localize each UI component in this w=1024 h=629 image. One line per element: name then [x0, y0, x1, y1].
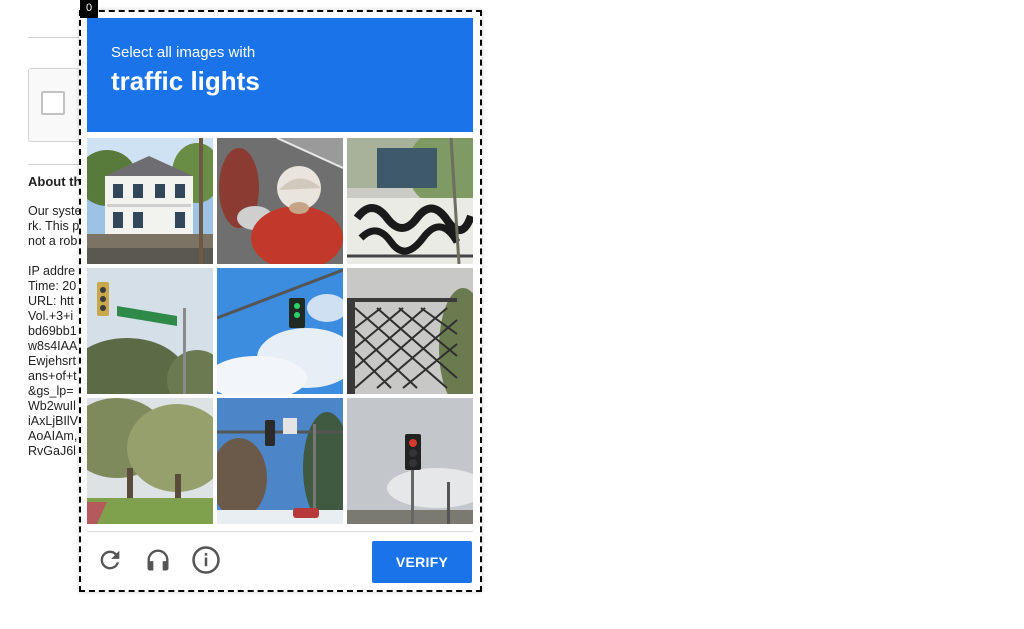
instruction-text: Select all images with [111, 44, 256, 61]
audio-challenge-button[interactable] [140, 544, 176, 580]
challenge-header: Select all images with traffic lights [87, 18, 473, 132]
info-button[interactable] [188, 544, 224, 580]
about-text-line: &gs_lp= [28, 384, 74, 398]
tile-street-traffic-light[interactable] [217, 398, 343, 524]
about-text-line: AoAIAm, [28, 429, 78, 443]
tile-scooter-rider[interactable] [217, 138, 343, 264]
tile-olive-trees[interactable] [87, 398, 213, 524]
headphones-icon [144, 546, 172, 579]
not-a-robot-checkbox[interactable] [41, 91, 65, 115]
about-text-line: Wb2wuIl [28, 399, 76, 413]
reload-button[interactable] [92, 544, 128, 580]
tile-street-sign-traffic-light[interactable] [87, 268, 213, 394]
instruction-target: traffic lights [111, 66, 260, 96]
image-grid [87, 138, 473, 524]
verify-button[interactable]: VERIFY [372, 541, 472, 583]
footer-divider [87, 531, 473, 532]
tile-iron-fence[interactable] [347, 268, 473, 394]
about-text-line: Time: 20 [28, 279, 77, 293]
about-text-line: Vol.+3+i [28, 309, 74, 323]
tile-graffiti-wall[interactable] [347, 138, 473, 264]
about-text-line: URL: htt [28, 294, 74, 308]
about-text-line: w8s4IAA [28, 339, 78, 353]
about-text-line: IP addre [28, 264, 76, 278]
about-text-line: Ewjehsrt [28, 354, 76, 368]
tile-red-traffic-light[interactable] [347, 398, 473, 524]
tab-index-badge: 0 [80, 0, 98, 18]
reload-icon [96, 546, 124, 579]
tile-house[interactable] [87, 138, 213, 264]
about-text-line: bd69bb1 [28, 324, 77, 338]
tile-traffic-light-sky[interactable] [217, 268, 343, 394]
about-text-line: not a rob [28, 234, 78, 248]
info-icon [191, 545, 221, 580]
about-title: About th [28, 174, 82, 189]
about-text-line: RvGaJ6l [28, 444, 76, 458]
about-text-line: ans+of+t [28, 369, 77, 383]
about-text-line: rk. This p [28, 219, 80, 233]
about-text-line: Our syste [28, 204, 82, 218]
about-text-line: iAxLjBIlV [28, 414, 79, 428]
